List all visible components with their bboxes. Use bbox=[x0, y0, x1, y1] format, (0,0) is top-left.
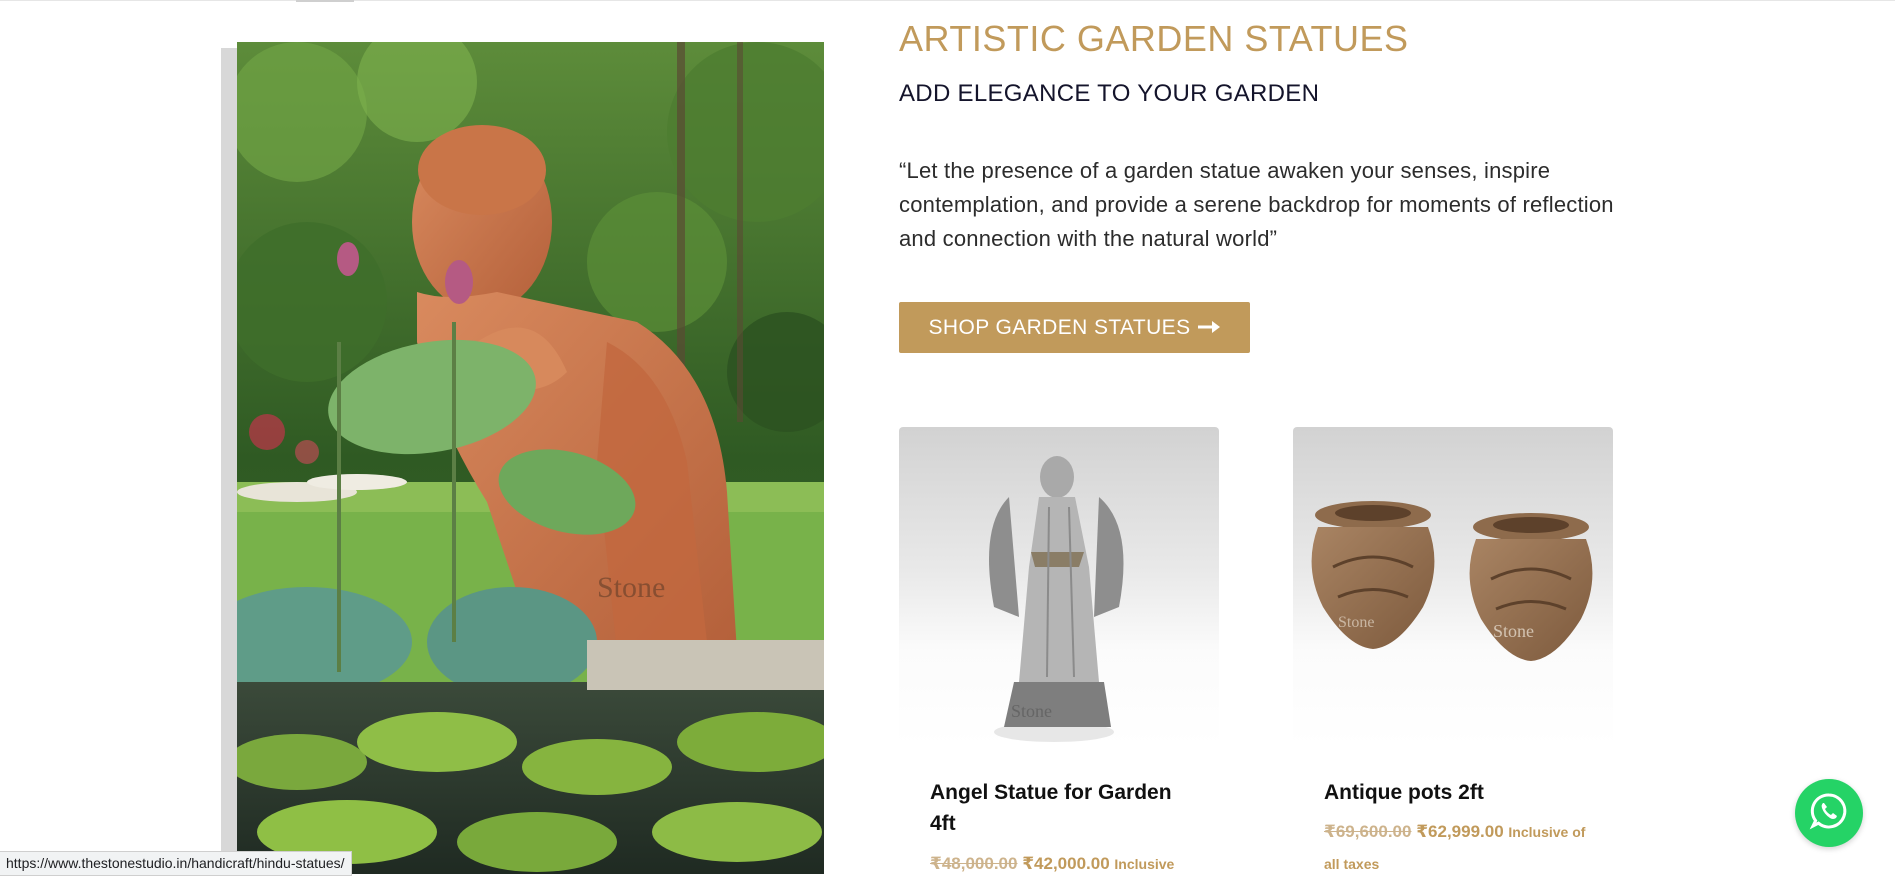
product-tax-note: Inclusive bbox=[1114, 856, 1175, 872]
status-bar-url: https://www.thestonestudio.in/handicraft… bbox=[0, 851, 352, 876]
top-tab-indicator bbox=[296, 0, 354, 2]
section-subtitle: ADD ELEGANCE TO YOUR GARDEN bbox=[899, 80, 1320, 107]
svg-text:Stone: Stone bbox=[1011, 701, 1052, 721]
product-card-angel-statue[interactable]: Stone Angel Statue for Garden 4ft ₹48,00… bbox=[899, 427, 1219, 874]
product-image-angel-statue[interactable]: Stone bbox=[899, 427, 1219, 747]
product-price: ₹69,600.00 ₹62,999.00 Inclusive of all t… bbox=[1324, 816, 1594, 880]
svg-text:Stone: Stone bbox=[597, 571, 665, 604]
product-name[interactable]: Angel Statue for Garden 4ft bbox=[930, 777, 1180, 839]
arrow-right-icon bbox=[1198, 316, 1221, 340]
hero-image: Stone bbox=[237, 42, 824, 874]
product-card-antique-pots[interactable]: Stone Stone Antique pots 2ft ₹69,600.00 … bbox=[1293, 427, 1613, 874]
product-old-price: ₹69,600.00 bbox=[1324, 822, 1412, 841]
product-image-antique-pots[interactable]: Stone Stone bbox=[1293, 427, 1613, 747]
shop-button-label: SHOP GARDEN STATUES bbox=[928, 315, 1191, 339]
section-title: ARTISTIC GARDEN STATUES bbox=[899, 18, 1409, 59]
top-divider bbox=[0, 0, 1895, 1]
product-name[interactable]: Antique pots 2ft bbox=[1324, 777, 1574, 808]
angel-statue-image: Stone bbox=[989, 456, 1124, 742]
product-new-price: ₹62,999.00 bbox=[1416, 822, 1504, 841]
shop-garden-statues-button[interactable]: SHOP GARDEN STATUES bbox=[899, 302, 1250, 353]
antique-pots-image: Stone Stone bbox=[1311, 501, 1593, 661]
section-quote: “Let the presence of a garden statue awa… bbox=[899, 158, 1614, 251]
svg-text:Stone: Stone bbox=[1493, 621, 1534, 641]
whatsapp-chat-button[interactable] bbox=[1795, 779, 1863, 847]
product-new-price: ₹42,000.00 bbox=[1022, 854, 1110, 873]
product-old-price: ₹48,000.00 bbox=[930, 854, 1018, 873]
buddha-statue-photo: Stone bbox=[237, 42, 824, 874]
product-price: ₹48,000.00 ₹42,000.00 Inclusive bbox=[930, 848, 1200, 880]
whatsapp-icon bbox=[1809, 791, 1849, 836]
svg-text:Stone: Stone bbox=[1338, 614, 1374, 631]
